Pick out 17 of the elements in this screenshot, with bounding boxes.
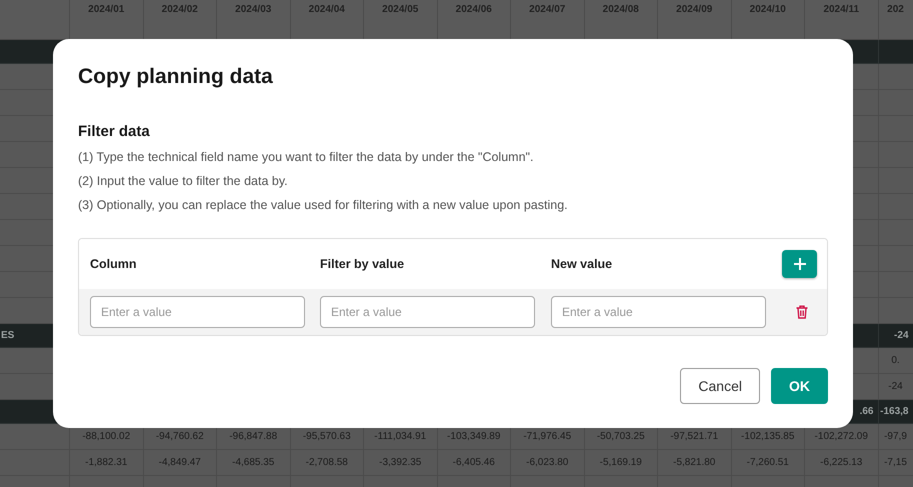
section-title: Filter data — [78, 123, 150, 140]
cancel-button[interactable]: Cancel — [680, 368, 760, 404]
plus-icon — [794, 258, 806, 270]
column-header: New value — [551, 257, 612, 271]
delete-button[interactable] — [796, 305, 808, 319]
instruction-text: (1) Type the technical field name you want to filter the data by under the "Column". — [78, 150, 534, 164]
trash-icon — [796, 305, 808, 319]
input-field[interactable]: Enter a value — [90, 296, 305, 328]
ok-button[interactable]: OK — [771, 368, 828, 404]
column-header: Column — [90, 257, 137, 271]
add-button[interactable] — [782, 250, 817, 278]
dialog-title: Copy planning data — [78, 65, 273, 89]
instruction-text: (3) Optionally, you can replace the value used for filtering with a new value upon pasting. — [78, 198, 568, 212]
instruction-text: (2) Input the value to filter the data by. — [78, 174, 288, 188]
input-field[interactable]: Enter a value — [551, 296, 766, 328]
input-field[interactable]: Enter a value — [320, 296, 535, 328]
column-header: Filter by value — [320, 257, 404, 271]
